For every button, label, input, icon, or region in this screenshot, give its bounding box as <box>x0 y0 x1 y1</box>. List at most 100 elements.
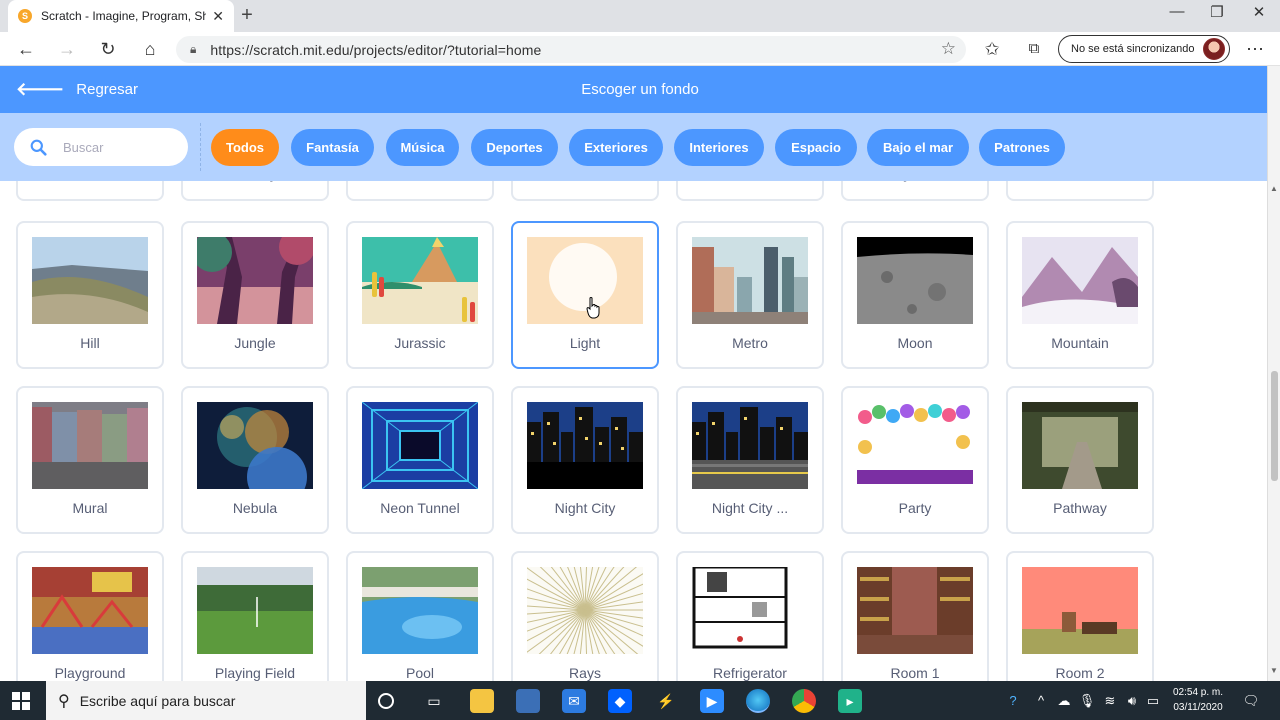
zoom-icon[interactable]: ▶ <box>700 689 724 713</box>
backdrop-card[interactable]: Pathway <box>1006 386 1154 534</box>
backdrop-card[interactable]: Moon <box>841 221 989 369</box>
onedrive-icon[interactable]: ☁ <box>1054 681 1074 720</box>
backdrop-card[interactable]: Hay Field <box>841 181 989 201</box>
backdrop-label: Playing Field <box>214 665 296 681</box>
backdrop-label: Room 1 <box>890 665 940 681</box>
library-header: Escoger un fondo 🡐 Regresar <box>0 66 1267 113</box>
new-tab-button[interactable]: + <box>236 4 258 27</box>
backdrop-card[interactable]: Hill <box>16 221 164 369</box>
category-chip[interactable]: Música <box>386 129 459 166</box>
chrome-icon[interactable] <box>792 689 816 713</box>
backdrop-label: Hearts <box>1008 181 1152 182</box>
backdrop-card[interactable]: Greek Thea... <box>511 181 659 201</box>
backdrop-card[interactable]: Hall <box>676 181 824 201</box>
refresh-icon[interactable]: ↻ <box>96 37 120 61</box>
window-close-button[interactable]: ✕ <box>1244 3 1274 21</box>
backdrop-card[interactable]: Pool <box>346 551 494 681</box>
forward-arrow-icon[interactable]: → <box>55 37 79 61</box>
backdrop-card[interactable]: Playground <box>16 551 164 681</box>
category-chip[interactable]: Interiores <box>674 129 764 166</box>
taskbar-search[interactable]: ⚲ Escribe aquí para buscar <box>46 681 366 720</box>
backdrop-card[interactable]: Jungle <box>181 221 329 369</box>
cortana-icon[interactable] <box>378 693 394 709</box>
backdrop-card[interactable]: Garden-rock <box>346 181 494 201</box>
backdrop-label: Room 2 <box>1055 665 1105 681</box>
backdrop-label: Rays <box>569 665 601 681</box>
scroll-down-icon[interactable]: ▼ <box>1270 666 1278 675</box>
scroll-up-icon[interactable]: ▲ <box>1270 184 1278 193</box>
backdrop-card[interactable]: Galaxy <box>181 181 329 201</box>
backdrop-card[interactable]: Forest <box>16 181 164 201</box>
favorites-icon[interactable]: ✩ <box>980 37 1004 61</box>
favorite-star-icon[interactable]: ☆ <box>941 39 956 59</box>
page-scrollbar[interactable]: ▲ ▼ <box>1267 66 1280 681</box>
backdrop-label: Hay Field <box>843 181 987 182</box>
backdrop-label: Jurassic <box>394 335 446 351</box>
category-chip[interactable]: Fantasía <box>291 129 374 166</box>
backdrop-label: Hill <box>80 335 100 351</box>
backdrop-card[interactable]: Metro <box>676 221 824 369</box>
backdrop-grid[interactable]: Forest Galaxy Garden-rock Greek Thea... Hall… <box>0 181 1267 681</box>
tab-close-icon[interactable]: ✕ <box>212 8 224 25</box>
wifi-icon[interactable]: ≋ <box>1100 681 1120 720</box>
mail-icon[interactable]: ✉ <box>562 689 586 713</box>
search-box[interactable] <box>14 128 188 166</box>
app-icon[interactable]: ▸ <box>838 689 862 713</box>
profile-sync-button[interactable]: No se está sincronizando <box>1058 35 1230 63</box>
battery-icon[interactable]: ▭ <box>1144 681 1162 720</box>
backdrop-card[interactable]: Rays <box>511 551 659 681</box>
dropbox-icon[interactable]: ◆ <box>608 689 632 713</box>
microphone-icon[interactable]: 🎙︎ <box>1078 681 1096 720</box>
minimize-button[interactable]: — <box>1162 3 1192 20</box>
backdrop-card[interactable]: Hearts <box>1006 181 1154 201</box>
home-icon[interactable]: ⌂ <box>138 37 162 61</box>
search-input[interactable] <box>63 139 173 155</box>
night-city-thumbnail <box>527 402 643 489</box>
lock-icon: 🔒︎ <box>190 42 197 56</box>
back-arrow-icon[interactable]: ← <box>14 37 38 61</box>
back-button[interactable]: 🡐 Regresar <box>16 66 138 113</box>
room2-thumbnail <box>1022 567 1138 654</box>
browser-tab-strip: S Scratch - Imagine, Program, Share ✕ + … <box>0 0 1280 32</box>
backdrop-card[interactable]: Refrigerator <box>676 551 824 681</box>
lightning-app-icon[interactable]: ⚡ <box>654 689 678 713</box>
neon-tunnel-thumbnail <box>362 402 478 489</box>
backdrop-card[interactable]: Light <box>511 221 659 369</box>
notifications-icon[interactable]: 🗨︎ <box>1240 681 1262 720</box>
restore-button[interactable]: ❐ <box>1202 3 1232 21</box>
more-menu-icon[interactable]: ⋯ <box>1243 37 1267 61</box>
volume-icon[interactable]: 🔊︎ <box>1122 681 1142 720</box>
category-chip[interactable]: Bajo el mar <box>867 129 969 166</box>
page-title: Escoger un fondo <box>581 81 699 98</box>
backdrop-card[interactable]: Night City <box>511 386 659 534</box>
edge-icon[interactable] <box>746 689 770 713</box>
backdrop-card[interactable]: Jurassic <box>346 221 494 369</box>
tray-chevron-icon[interactable]: ^ <box>1034 681 1048 720</box>
file-explorer-icon[interactable] <box>470 689 494 713</box>
backdrop-card[interactable]: Party <box>841 386 989 534</box>
store-icon[interactable] <box>516 689 540 713</box>
task-view-icon[interactable]: ▭ <box>422 689 446 713</box>
windows-start-icon[interactable] <box>12 692 30 710</box>
moon-thumbnail <box>857 237 973 324</box>
category-chip[interactable]: Espacio <box>775 129 857 166</box>
backdrop-card[interactable]: Night City ... <box>676 386 824 534</box>
backdrop-card[interactable]: Room 1 <box>841 551 989 681</box>
backdrop-card[interactable]: Mural <box>16 386 164 534</box>
backdrop-card[interactable]: Nebula <box>181 386 329 534</box>
backdrop-card[interactable]: Mountain <box>1006 221 1154 369</box>
category-chip[interactable]: Exteriores <box>569 129 663 166</box>
backdrop-card[interactable]: Playing Field <box>181 551 329 681</box>
backdrop-card[interactable]: Room 2 <box>1006 551 1154 681</box>
category-chip[interactable]: Patrones <box>979 129 1065 166</box>
category-chip[interactable]: Deportes <box>471 129 558 166</box>
backdrop-label: Night City <box>554 500 616 516</box>
browser-tab[interactable]: S Scratch - Imagine, Program, Share ✕ <box>8 0 234 32</box>
address-bar[interactable]: 🔒︎ https://scratch.mit.edu/projects/edit… <box>176 36 966 63</box>
collections-icon[interactable]: ⧉ <box>1022 37 1046 61</box>
scrollbar-thumb[interactable] <box>1271 371 1278 481</box>
category-chip[interactable]: Todos <box>211 129 279 166</box>
backdrop-card[interactable]: Neon Tunnel <box>346 386 494 534</box>
clock[interactable]: 02:54 p. m. 03/11/2020 <box>1162 685 1234 715</box>
help-icon[interactable]: ? <box>1002 681 1024 720</box>
